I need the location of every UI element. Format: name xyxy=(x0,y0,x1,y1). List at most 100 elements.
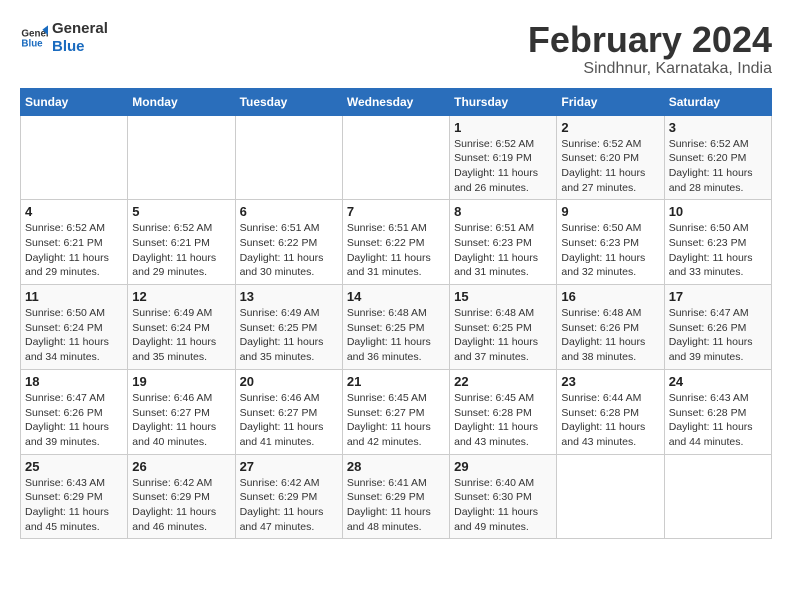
day-number: 3 xyxy=(669,120,767,135)
calendar-cell: 25 Sunrise: 6:43 AMSunset: 6:29 PMDayligh… xyxy=(21,454,128,539)
day-number: 9 xyxy=(561,204,659,219)
calendar-cell: 19 Sunrise: 6:46 AMSunset: 6:27 PMDayligh… xyxy=(128,369,235,454)
day-number: 25 xyxy=(25,459,123,474)
day-number: 18 xyxy=(25,374,123,389)
day-number: 23 xyxy=(561,374,659,389)
calendar-week-1: 4 Sunrise: 6:52 AMSunset: 6:21 PMDaylight… xyxy=(21,200,772,285)
day-info: Sunrise: 6:45 AMSunset: 6:27 PMDaylight:… xyxy=(347,391,445,450)
day-number: 17 xyxy=(669,289,767,304)
header-thursday: Thursday xyxy=(450,88,557,115)
day-number: 5 xyxy=(132,204,230,219)
calendar-cell: 18 Sunrise: 6:47 AMSunset: 6:26 PMDayligh… xyxy=(21,369,128,454)
calendar-week-3: 18 Sunrise: 6:47 AMSunset: 6:26 PMDayligh… xyxy=(21,369,772,454)
day-info: Sunrise: 6:52 AMSunset: 6:21 PMDaylight:… xyxy=(25,221,123,280)
calendar-cell: 27 Sunrise: 6:42 AMSunset: 6:29 PMDayligh… xyxy=(235,454,342,539)
day-number: 14 xyxy=(347,289,445,304)
day-number: 28 xyxy=(347,459,445,474)
day-number: 13 xyxy=(240,289,338,304)
calendar-cell: 14 Sunrise: 6:48 AMSunset: 6:25 PMDayligh… xyxy=(342,285,449,370)
calendar-table: SundayMondayTuesdayWednesdayThursdayFrid… xyxy=(20,88,772,540)
calendar-cell: 12 Sunrise: 6:49 AMSunset: 6:24 PMDayligh… xyxy=(128,285,235,370)
day-info: Sunrise: 6:52 AMSunset: 6:20 PMDaylight:… xyxy=(561,137,659,196)
calendar-cell: 10Sunrise: 6:50 AMSunset: 6:23 PMDayligh… xyxy=(664,200,771,285)
day-number: 22 xyxy=(454,374,552,389)
day-info: Sunrise: 6:52 AMSunset: 6:21 PMDaylight:… xyxy=(132,221,230,280)
day-number: 21 xyxy=(347,374,445,389)
day-info: Sunrise: 6:40 AMSunset: 6:30 PMDaylight:… xyxy=(454,476,552,535)
calendar-cell: 20 Sunrise: 6:46 AMSunset: 6:27 PMDayligh… xyxy=(235,369,342,454)
day-number: 2 xyxy=(561,120,659,135)
day-info: Sunrise: 6:51 AMSunset: 6:22 PMDaylight:… xyxy=(347,221,445,280)
day-info: Sunrise: 6:51 AMSunset: 6:23 PMDaylight:… xyxy=(454,221,552,280)
title-area: February 2024 Sindhnur, Karnataka, India xyxy=(528,20,772,78)
day-info: Sunrise: 6:47 AMSunset: 6:26 PMDaylight:… xyxy=(25,391,123,450)
day-number: 8 xyxy=(454,204,552,219)
day-info: Sunrise: 6:51 AMSunset: 6:22 PMDaylight:… xyxy=(240,221,338,280)
day-info: Sunrise: 6:42 AMSunset: 6:29 PMDaylight:… xyxy=(240,476,338,535)
calendar-cell: 16 Sunrise: 6:48 AMSunset: 6:26 PMDayligh… xyxy=(557,285,664,370)
day-info: Sunrise: 6:50 AMSunset: 6:24 PMDaylight:… xyxy=(25,306,123,365)
day-info: Sunrise: 6:43 AMSunset: 6:28 PMDaylight:… xyxy=(669,391,767,450)
day-number: 20 xyxy=(240,374,338,389)
calendar-week-0: 1Sunrise: 6:52 AMSunset: 6:19 PMDaylight… xyxy=(21,115,772,200)
calendar-cell: 15 Sunrise: 6:48 AMSunset: 6:25 PMDayligh… xyxy=(450,285,557,370)
calendar-header-row: SundayMondayTuesdayWednesdayThursdayFrid… xyxy=(21,88,772,115)
calendar-week-4: 25 Sunrise: 6:43 AMSunset: 6:29 PMDayligh… xyxy=(21,454,772,539)
day-info: Sunrise: 6:49 AMSunset: 6:24 PMDaylight:… xyxy=(132,306,230,365)
calendar-cell: 3 Sunrise: 6:52 AMSunset: 6:20 PMDaylight… xyxy=(664,115,771,200)
day-info: Sunrise: 6:48 AMSunset: 6:25 PMDaylight:… xyxy=(454,306,552,365)
day-number: 12 xyxy=(132,289,230,304)
calendar-cell: 29Sunrise: 6:40 AMSunset: 6:30 PMDayligh… xyxy=(450,454,557,539)
calendar-cell xyxy=(664,454,771,539)
location-title: Sindhnur, Karnataka, India xyxy=(528,60,772,78)
day-info: Sunrise: 6:46 AMSunset: 6:27 PMDaylight:… xyxy=(132,391,230,450)
calendar-cell: 4 Sunrise: 6:52 AMSunset: 6:21 PMDaylight… xyxy=(21,200,128,285)
day-number: 24 xyxy=(669,374,767,389)
day-number: 7 xyxy=(347,204,445,219)
calendar-cell xyxy=(128,115,235,200)
calendar-cell: 6 Sunrise: 6:51 AMSunset: 6:22 PMDaylight… xyxy=(235,200,342,285)
header-tuesday: Tuesday xyxy=(235,88,342,115)
day-info: Sunrise: 6:46 AMSunset: 6:27 PMDaylight:… xyxy=(240,391,338,450)
day-number: 15 xyxy=(454,289,552,304)
day-info: Sunrise: 6:45 AMSunset: 6:28 PMDaylight:… xyxy=(454,391,552,450)
day-number: 10 xyxy=(669,204,767,219)
calendar-week-2: 11Sunrise: 6:50 AMSunset: 6:24 PMDayligh… xyxy=(21,285,772,370)
calendar-cell xyxy=(21,115,128,200)
day-number: 19 xyxy=(132,374,230,389)
calendar-cell: 5 Sunrise: 6:52 AMSunset: 6:21 PMDaylight… xyxy=(128,200,235,285)
calendar-cell: 13Sunrise: 6:49 AMSunset: 6:25 PMDayligh… xyxy=(235,285,342,370)
calendar-cell: 23 Sunrise: 6:44 AMSunset: 6:28 PMDayligh… xyxy=(557,369,664,454)
day-number: 27 xyxy=(240,459,338,474)
header-saturday: Saturday xyxy=(664,88,771,115)
day-info: Sunrise: 6:47 AMSunset: 6:26 PMDaylight:… xyxy=(669,306,767,365)
header-friday: Friday xyxy=(557,88,664,115)
calendar-cell: 9Sunrise: 6:50 AMSunset: 6:23 PMDaylight… xyxy=(557,200,664,285)
calendar-cell xyxy=(235,115,342,200)
day-info: Sunrise: 6:42 AMSunset: 6:29 PMDaylight:… xyxy=(132,476,230,535)
header: General Blue General Blue February 2024 … xyxy=(20,20,772,78)
calendar-cell: 8 Sunrise: 6:51 AMSunset: 6:23 PMDaylight… xyxy=(450,200,557,285)
calendar-cell: 24 Sunrise: 6:43 AMSunset: 6:28 PMDayligh… xyxy=(664,369,771,454)
day-number: 16 xyxy=(561,289,659,304)
svg-text:Blue: Blue xyxy=(21,38,43,49)
logo-blue: Blue xyxy=(52,38,108,56)
day-info: Sunrise: 6:44 AMSunset: 6:28 PMDaylight:… xyxy=(561,391,659,450)
day-info: Sunrise: 6:48 AMSunset: 6:26 PMDaylight:… xyxy=(561,306,659,365)
calendar-cell xyxy=(342,115,449,200)
calendar-cell xyxy=(557,454,664,539)
calendar-cell: 11Sunrise: 6:50 AMSunset: 6:24 PMDayligh… xyxy=(21,285,128,370)
day-info: Sunrise: 6:48 AMSunset: 6:25 PMDaylight:… xyxy=(347,306,445,365)
calendar-cell: 28Sunrise: 6:41 AMSunset: 6:29 PMDayligh… xyxy=(342,454,449,539)
day-info: Sunrise: 6:43 AMSunset: 6:29 PMDaylight:… xyxy=(25,476,123,535)
day-number: 4 xyxy=(25,204,123,219)
calendar-cell: 26Sunrise: 6:42 AMSunset: 6:29 PMDayligh… xyxy=(128,454,235,539)
logo: General Blue General Blue xyxy=(20,20,108,56)
day-info: Sunrise: 6:52 AMSunset: 6:20 PMDaylight:… xyxy=(669,137,767,196)
calendar-cell: 2 Sunrise: 6:52 AMSunset: 6:20 PMDaylight… xyxy=(557,115,664,200)
day-number: 6 xyxy=(240,204,338,219)
header-monday: Monday xyxy=(128,88,235,115)
month-title: February 2024 xyxy=(528,20,772,60)
header-sunday: Sunday xyxy=(21,88,128,115)
day-info: Sunrise: 6:52 AMSunset: 6:19 PMDaylight:… xyxy=(454,137,552,196)
